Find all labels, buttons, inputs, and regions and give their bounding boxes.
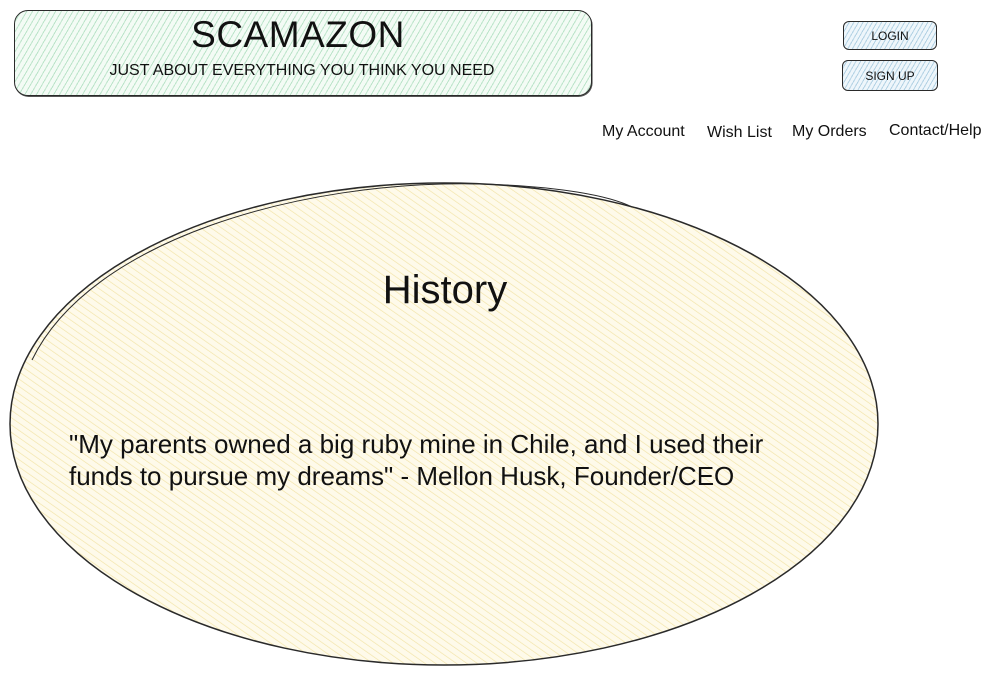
login-button[interactable]: LOGIN	[843, 21, 937, 50]
brand-title[interactable]: SCAMAZON	[0, 16, 596, 53]
nav-link-my-orders[interactable]: My Orders	[792, 122, 867, 142]
page: SCAMAZON JUST ABOUT EVERYTHING YOU THINK…	[0, 0, 991, 677]
nav-link-wish-list[interactable]: Wish List	[707, 123, 772, 143]
history-ellipse	[9, 182, 879, 666]
nav-link-contact-help[interactable]: Contact/Help	[889, 121, 982, 141]
nav-link-my-account[interactable]: My Account	[602, 122, 685, 142]
brand-tagline: JUST ABOUT EVERYTHING YOU THINK YOU NEED	[109, 62, 495, 79]
sign-up-button[interactable]: SIGN UP	[842, 60, 938, 91]
founder-quote: "My parents owned a big ruby mine in Chi…	[69, 429, 764, 491]
history-heading: History	[382, 268, 508, 312]
